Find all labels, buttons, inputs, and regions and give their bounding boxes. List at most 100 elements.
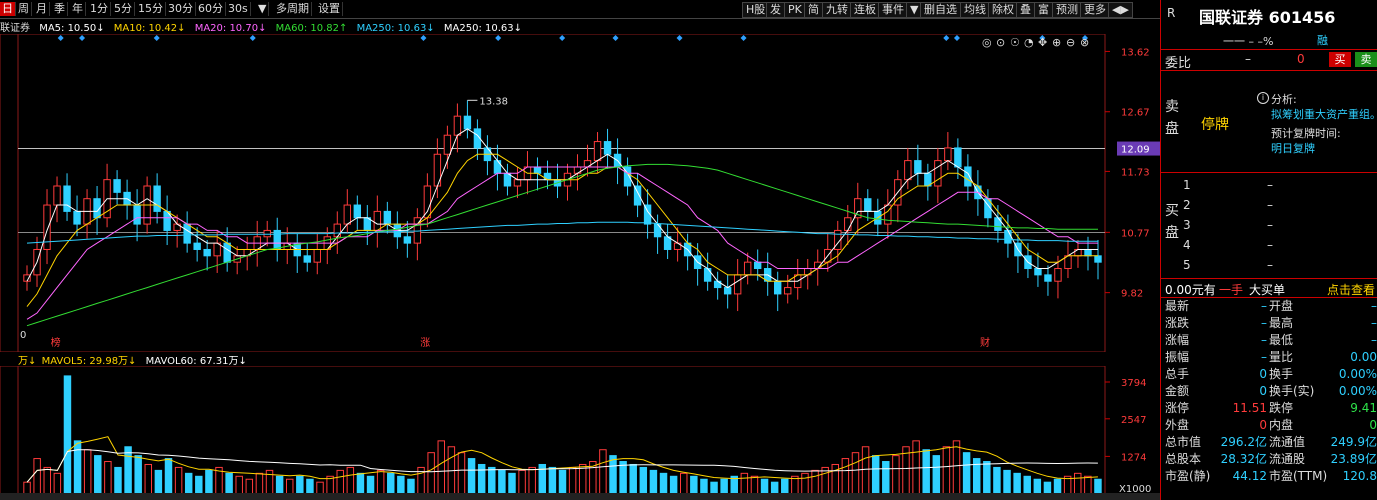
period-tab-4[interactable]: 年	[70, 2, 86, 16]
volume-bar	[174, 466, 183, 494]
chart-tool-icon[interactable]: ☉	[1010, 36, 1020, 49]
volume-bar	[922, 449, 930, 494]
ma20-label: MA20: 10.70↓	[194, 23, 267, 34]
price-line: 一一 – –%	[1223, 35, 1274, 48]
quote-label: 总市值	[1165, 435, 1202, 449]
volume-bar	[1023, 475, 1031, 494]
event-tag[interactable]: 涨	[420, 337, 430, 349]
volume-chart[interactable]: 379425471274X1000	[0, 366, 1160, 494]
period-tab-8[interactable]: 30分	[166, 2, 196, 16]
volume-bar	[225, 472, 233, 494]
chart-tool-icon[interactable]: ⊗	[1080, 36, 1089, 49]
chart-tool-icon[interactable]: ⊕	[1052, 36, 1061, 49]
chart-tool-icon[interactable]: ⊖	[1066, 36, 1075, 49]
toolbar-tab-15[interactable]: ◀▶	[1108, 2, 1133, 18]
toolbar-tab-14[interactable]: 更多	[1080, 2, 1110, 18]
period-tab-6[interactable]: 5分	[112, 2, 135, 16]
chart-tool-icon[interactable]: ◎	[982, 36, 992, 49]
volume-bar	[578, 463, 587, 494]
volume-bar	[649, 469, 658, 494]
candle-body	[844, 217, 852, 231]
period-tab-10[interactable]: 30s	[226, 2, 251, 16]
quote-value: 0	[1259, 367, 1267, 381]
volume-bar	[275, 475, 284, 494]
period-tab-5[interactable]: 1分	[88, 2, 111, 16]
candlestick-chart[interactable]: 13.62 12.67 11.73 10.77 9.82 12.09 13.38 榜 涨 财 0 ◎ ⊙…	[0, 34, 1160, 352]
chart-tool-icon[interactable]: ⊙	[996, 36, 1005, 49]
quote-table: 最新 – 开盘 – 涨跌 – 最高 – 涨幅 – 最低 – 振幅 – 量比 0.00 总手 0 换手 0.00% 金额 0…	[1161, 299, 1377, 499]
candle-body	[1094, 255, 1102, 263]
volume-bar	[336, 469, 344, 494]
chart-tool-icon[interactable]: ✥	[1038, 36, 1047, 49]
toolbar-tab-13[interactable]: 预测	[1052, 2, 1082, 18]
sell-button[interactable]: 卖	[1355, 52, 1377, 67]
stock-name-label: 联证券	[0, 23, 30, 34]
volume-bar	[154, 469, 163, 494]
period-tab-0[interactable]: 日	[0, 2, 16, 16]
volume-tick-label: 2547	[1121, 415, 1146, 426]
period-tab-1[interactable]: 周	[16, 2, 32, 16]
period-tab-7[interactable]: 15分	[136, 2, 166, 16]
candle-body	[1034, 268, 1042, 276]
weibi-value: –	[1245, 52, 1251, 66]
quote-value: 0.00%	[1338, 384, 1377, 398]
volume-bar	[609, 455, 617, 494]
period-tab-11[interactable]: ▼	[256, 2, 270, 16]
candle-body	[864, 198, 872, 212]
chart-tool-icon[interactable]: ◔	[1024, 36, 1034, 49]
toolbar-tab-8[interactable]: 删自选	[920, 2, 961, 18]
volume-bar	[427, 452, 435, 494]
volume-bar	[669, 475, 678, 494]
quote-label: 总股本	[1165, 452, 1202, 466]
toolbar-tab-4[interactable]: 九转	[822, 2, 852, 18]
volume-bar	[558, 469, 567, 494]
toolbar-tab-9[interactable]: 均线	[960, 2, 990, 18]
ma5-label: MA5: 10.50↓	[39, 23, 105, 34]
quote-value: –	[1371, 299, 1377, 313]
bottom-tab-strip[interactable]	[0, 493, 1160, 500]
toolbar-tab-5[interactable]: 连板	[850, 2, 880, 18]
toolbar-tab-6[interactable]: 事件	[878, 2, 908, 18]
candle-body	[373, 210, 382, 231]
period-tab-12[interactable]: 多周期	[274, 2, 312, 16]
toolbar-tab-3[interactable]: 简	[804, 2, 823, 18]
volume-bar	[33, 458, 41, 494]
period-tab-3[interactable]: 季	[52, 2, 68, 16]
toolbar-tab-2[interactable]: PK	[784, 2, 806, 18]
period-tab-2[interactable]: 月	[34, 2, 50, 16]
candle-body	[733, 274, 742, 295]
period-tab-13[interactable]: 设置	[316, 2, 343, 16]
big-order-bar[interactable]: 0.00元有 一手 大买单 点击查看	[1161, 280, 1377, 297]
buy-level-row: 3–	[1161, 218, 1371, 233]
candle-body	[784, 287, 792, 295]
candle-body	[904, 160, 912, 181]
volume-bar	[387, 472, 395, 494]
quote-label: 市盈(静)	[1165, 469, 1211, 483]
toolbar-tab-10[interactable]: 除权	[988, 2, 1018, 18]
divider	[1161, 49, 1377, 50]
volume-bar	[548, 466, 557, 494]
volume-bar	[942, 446, 951, 494]
candle-body	[1004, 229, 1012, 244]
y-tick-label: 11.73	[1121, 167, 1150, 178]
buy-level-price: –	[1267, 218, 1273, 232]
volume-bar	[892, 455, 900, 494]
volume-bar	[1074, 472, 1082, 494]
event-tag[interactable]: 财	[980, 336, 990, 349]
toolbar-tab-11[interactable]: 叠	[1016, 2, 1035, 18]
quote-value: 44.12	[1232, 469, 1267, 483]
event-tag[interactable]: 榜	[51, 336, 61, 349]
volume-bar	[407, 478, 415, 494]
big-order-link[interactable]: 点击查看	[1327, 281, 1375, 298]
quote-value: 249.9亿	[1330, 435, 1377, 449]
toolbar-tab-12[interactable]: 富	[1034, 2, 1053, 18]
period-tab-9[interactable]: 60分	[196, 2, 226, 16]
peak-label: 13.38	[479, 96, 508, 107]
weibi-label: 委比	[1165, 56, 1192, 71]
toolbar-tab-1[interactable]: 发	[766, 2, 785, 18]
buy-level-price: –	[1267, 178, 1273, 192]
quote-label: 最高	[1269, 316, 1294, 330]
y-tick-label: 10.77	[1121, 228, 1150, 239]
buy-button[interactable]: 买	[1329, 52, 1351, 67]
candle-body	[1044, 274, 1052, 282]
